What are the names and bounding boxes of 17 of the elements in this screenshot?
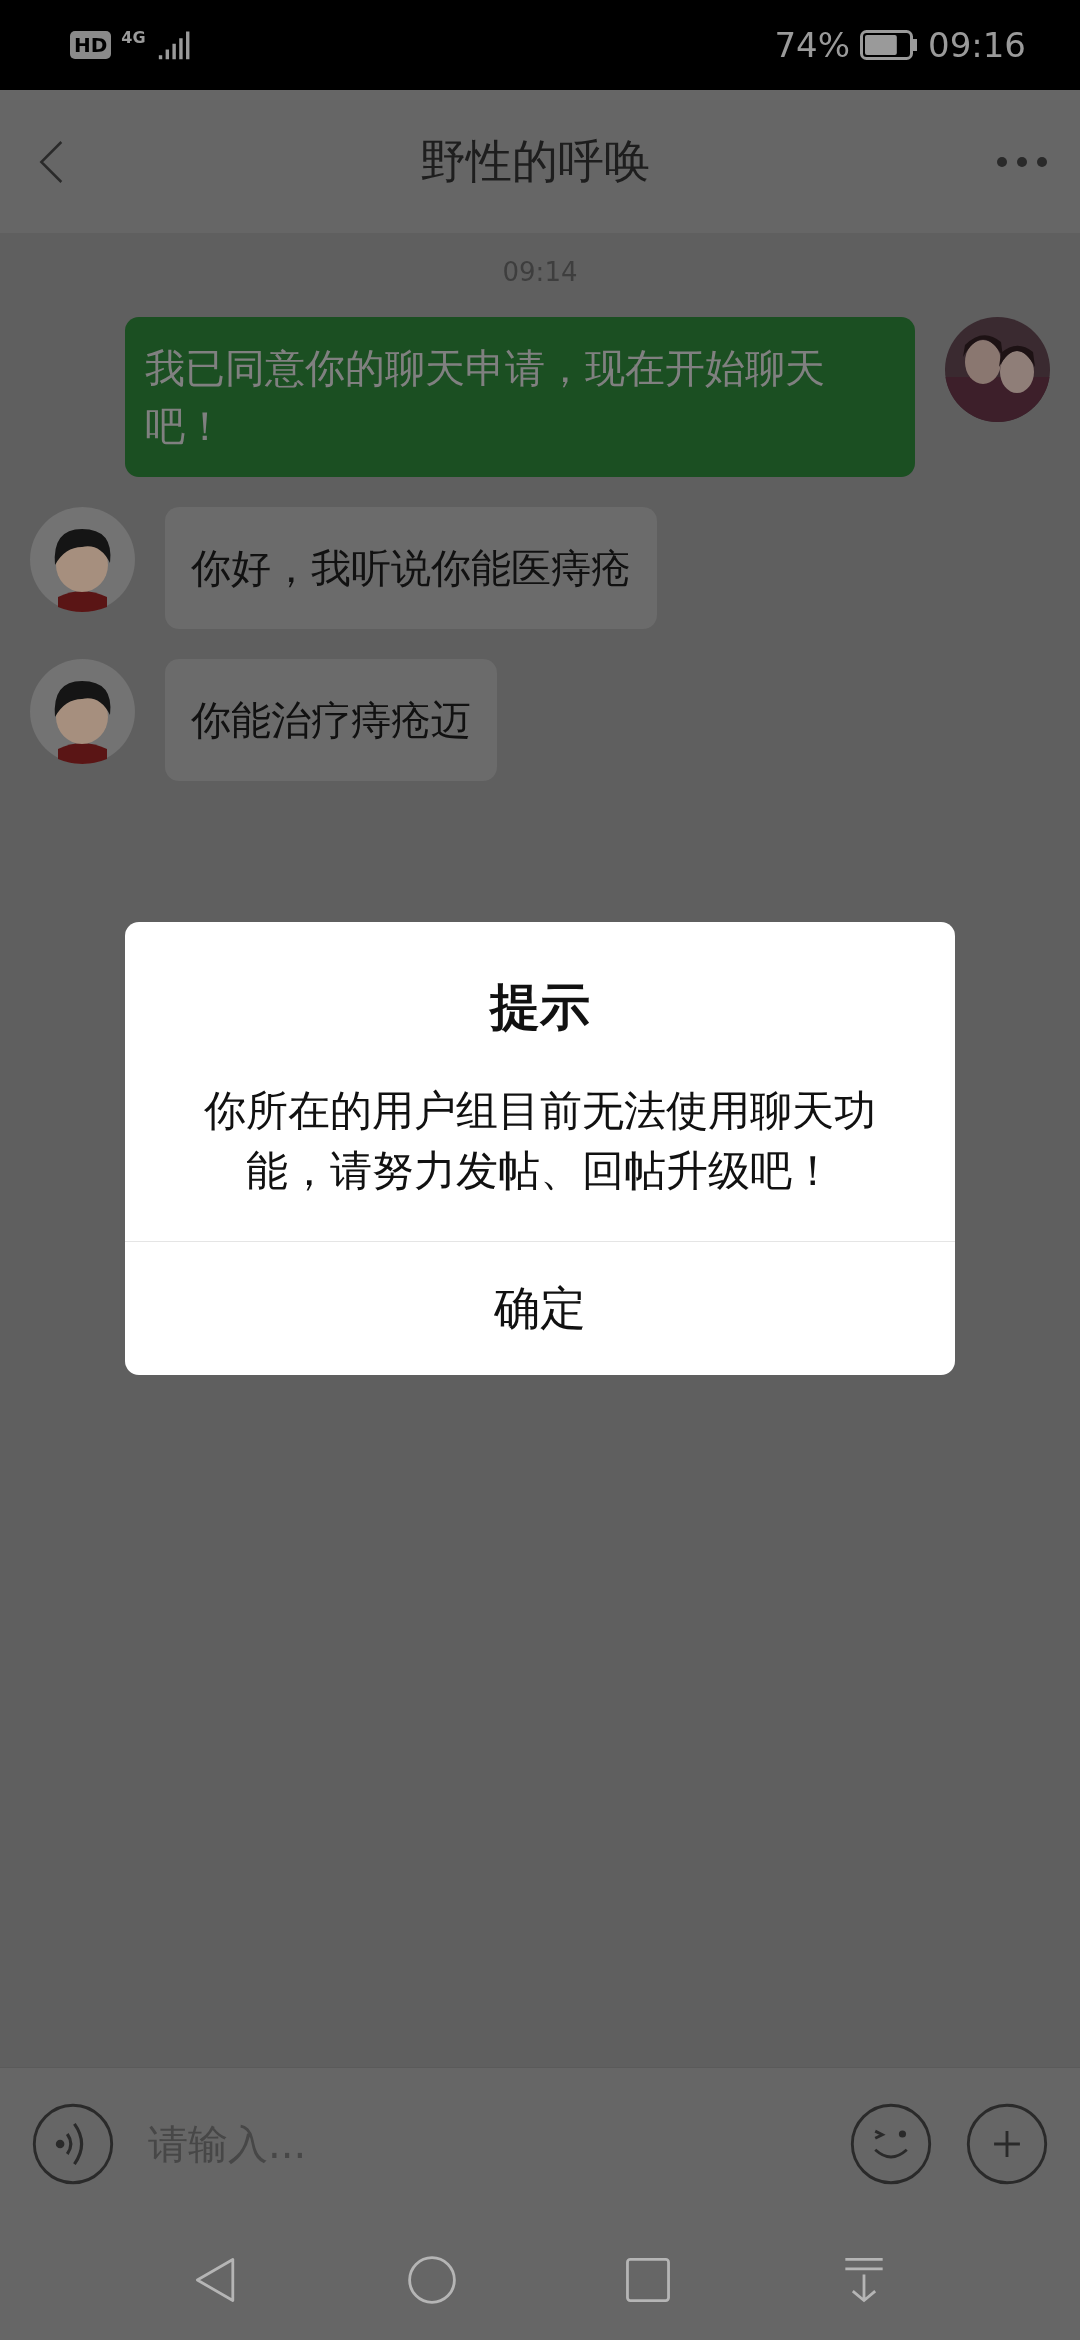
confirm-button[interactable]: 确定 xyxy=(125,1241,955,1375)
battery-icon xyxy=(860,30,918,60)
battery-percent: 74% xyxy=(774,25,850,65)
clock: 09:16 xyxy=(928,25,1026,65)
hd-badge: HD xyxy=(70,31,112,59)
message-bubble: 我已同意你的聊天申请，现在开始聊天吧！ xyxy=(125,317,915,477)
dialog-title: 提示 xyxy=(490,977,590,1038)
avatar-icon xyxy=(30,507,135,612)
emoji-icon[interactable] xyxy=(848,2101,934,2187)
network-label: 4G xyxy=(121,28,146,47)
voice-icon[interactable] xyxy=(30,2101,116,2187)
dialog-message: 你所在的用户组目前无法使用聊天功能，请努力发帖、回帖升级吧！ xyxy=(203,1085,877,1197)
avatar-icon xyxy=(30,659,135,764)
message-bubble: 你能治疗痔疮迈 xyxy=(165,659,497,781)
plus-icon[interactable] xyxy=(964,2101,1050,2187)
message-bubble: 你好，我听说你能医痔疮 xyxy=(165,507,657,629)
chat-title: 野性的呼唤 xyxy=(420,132,650,190)
